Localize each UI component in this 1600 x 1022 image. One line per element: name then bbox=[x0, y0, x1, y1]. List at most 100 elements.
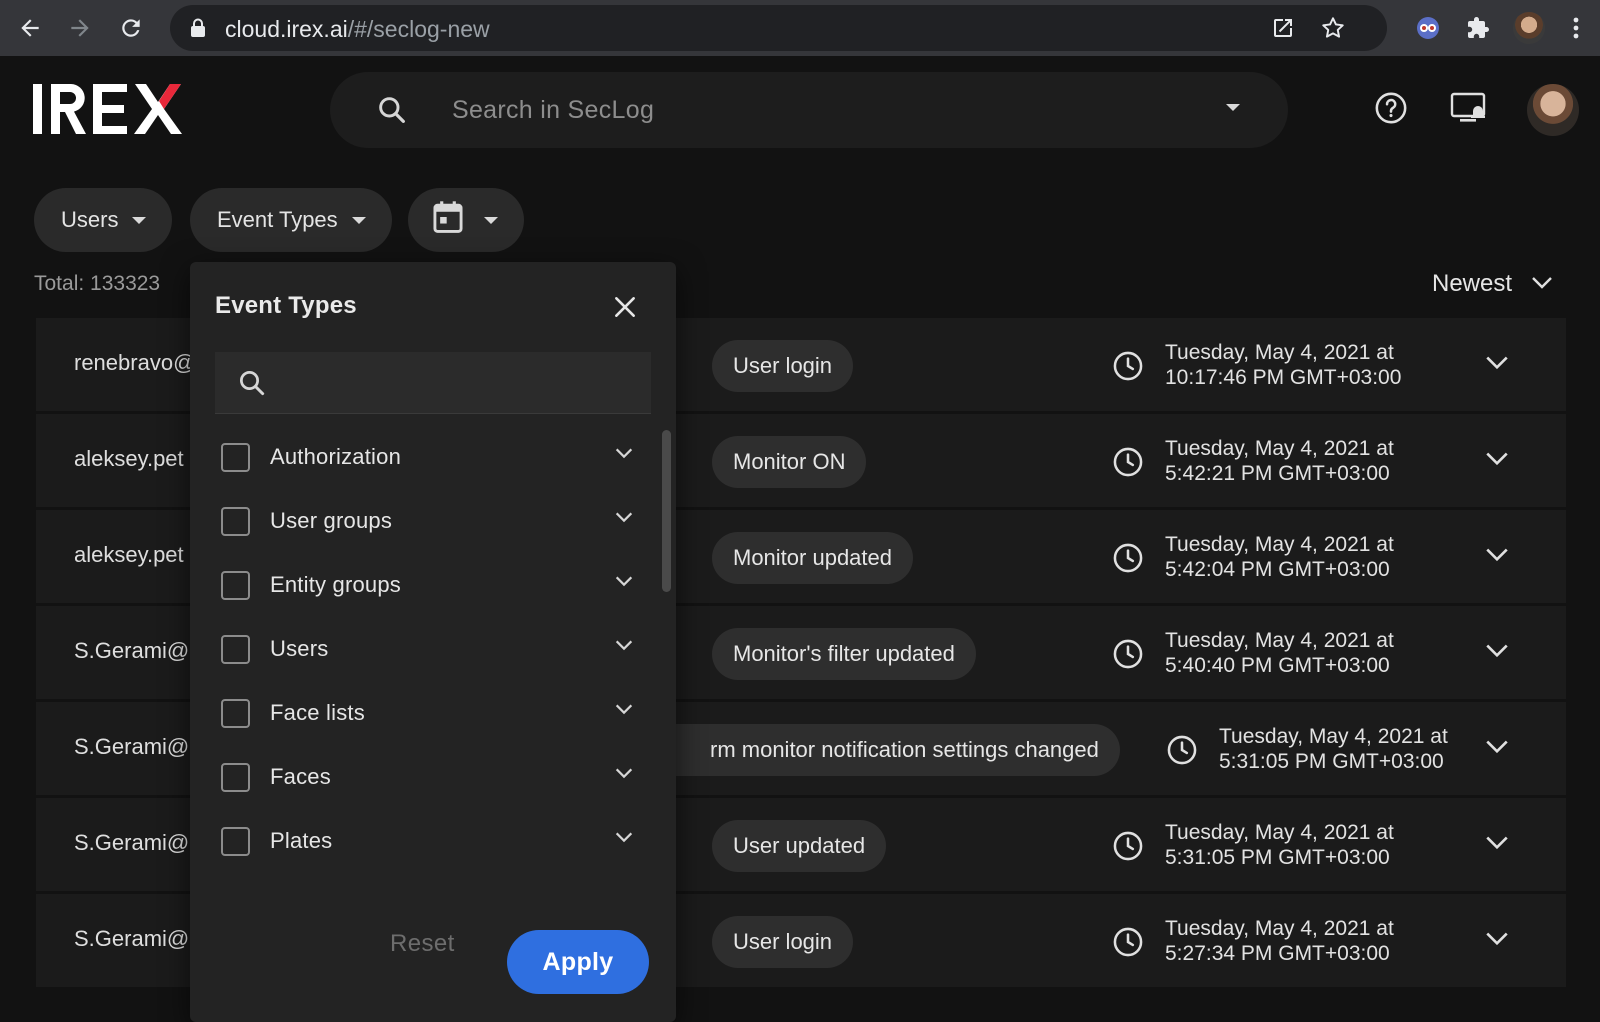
forward-arrow-icon[interactable] bbox=[62, 10, 98, 46]
row-user: S.Gerami@ bbox=[74, 830, 190, 855]
chevron-down-icon[interactable] bbox=[1484, 642, 1510, 665]
url-path: /#/seclog-new bbox=[347, 16, 490, 42]
row-user: S.Gerami@ bbox=[74, 926, 190, 951]
apply-button[interactable]: Apply bbox=[507, 930, 649, 994]
event-types-search bbox=[215, 352, 651, 414]
option-label: Entity groups bbox=[270, 572, 402, 597]
caret-down-icon bbox=[484, 216, 498, 224]
help-icon[interactable] bbox=[1371, 88, 1411, 128]
reset-button[interactable]: Reset bbox=[390, 930, 455, 958]
seclog-search-bar[interactable]: Search in SecLog bbox=[330, 72, 1288, 148]
extension-icon[interactable] bbox=[1412, 12, 1444, 44]
option-label: Users bbox=[270, 636, 329, 661]
close-icon[interactable] bbox=[610, 292, 640, 322]
total-count: Total: 133323 bbox=[34, 272, 161, 295]
event-types-filter-label: Event Types bbox=[217, 207, 338, 232]
panel-title: Event Types bbox=[215, 292, 357, 319]
clock-icon bbox=[1112, 350, 1144, 387]
chevron-down-icon[interactable] bbox=[613, 829, 635, 850]
chevron-down-icon[interactable] bbox=[1484, 834, 1510, 857]
date-filter-chip[interactable] bbox=[408, 188, 524, 252]
option-label: Authorization bbox=[270, 444, 402, 469]
clock-icon bbox=[1166, 734, 1198, 771]
puzzle-icon[interactable] bbox=[1462, 12, 1494, 44]
open-in-new-icon[interactable] bbox=[1270, 15, 1296, 41]
event-type-option[interactable]: Face lists bbox=[215, 688, 635, 738]
event-types-search-input[interactable] bbox=[285, 362, 625, 404]
event-type-option[interactable]: Users bbox=[215, 624, 635, 674]
checkbox[interactable] bbox=[221, 826, 250, 856]
chevron-down-icon[interactable] bbox=[613, 637, 635, 658]
timestamp-line2: 10:17:46 PM GMT+03:00 bbox=[1165, 366, 1402, 389]
url-host: cloud.irex.ai bbox=[225, 16, 348, 42]
address-bar[interactable]: cloud.irex.ai/#/seclog-new bbox=[170, 5, 1387, 51]
event-type-option[interactable]: Plates bbox=[215, 816, 635, 866]
chevron-down-icon[interactable] bbox=[613, 765, 635, 786]
timestamp-line2: 5:31:05 PM GMT+03:00 bbox=[1165, 846, 1390, 869]
irex-logo[interactable] bbox=[33, 82, 199, 136]
checkbox[interactable] bbox=[221, 570, 250, 600]
event-chip: Monitor ON bbox=[712, 436, 867, 488]
row-timestamp: Tuesday, May 4, 2021 at 5:42:21 PM GMT+03… bbox=[1165, 436, 1394, 486]
monitor-alert-icon[interactable] bbox=[1449, 88, 1489, 128]
event-types-filter-chip[interactable]: Event Types bbox=[190, 188, 392, 252]
browser-toolbar: cloud.irex.ai/#/seclog-new bbox=[0, 0, 1600, 56]
event-chip: User login bbox=[712, 916, 854, 968]
back-arrow-icon[interactable] bbox=[12, 10, 48, 46]
timestamp-line2: 5:42:21 PM GMT+03:00 bbox=[1165, 462, 1390, 485]
row-user: renebravo@ bbox=[74, 350, 196, 375]
star-icon[interactable] bbox=[1320, 15, 1346, 41]
search-placeholder: Search in SecLog bbox=[452, 96, 655, 124]
event-chip: User updated bbox=[712, 820, 887, 872]
menu-kebab-icon[interactable] bbox=[1566, 12, 1586, 44]
chevron-down-icon[interactable] bbox=[613, 701, 635, 722]
row-timestamp: Tuesday, May 4, 2021 at 10:17:46 PM GMT+0… bbox=[1165, 340, 1401, 390]
reload-icon[interactable] bbox=[113, 10, 149, 46]
row-timestamp: Tuesday, May 4, 2021 at 5:31:05 PM GMT+03… bbox=[1165, 820, 1394, 870]
event-types-panel: Event Types Authorization User groups En… bbox=[190, 262, 676, 1022]
timestamp-line2: 5:42:04 PM GMT+03:00 bbox=[1165, 558, 1390, 581]
event-type-option[interactable]: Entity groups bbox=[215, 560, 635, 610]
option-label: User groups bbox=[270, 508, 393, 533]
row-timestamp: Tuesday, May 4, 2021 at 5:31:05 PM GMT+03… bbox=[1219, 724, 1448, 774]
checkbox[interactable] bbox=[221, 762, 250, 792]
event-type-option[interactable]: Faces bbox=[215, 752, 635, 802]
chevron-down-icon[interactable] bbox=[613, 573, 635, 594]
chevron-down-icon[interactable] bbox=[1484, 546, 1510, 569]
checkbox[interactable] bbox=[221, 506, 250, 536]
checkbox[interactable] bbox=[221, 634, 250, 664]
search-icon bbox=[376, 94, 408, 131]
user-avatar[interactable] bbox=[1527, 84, 1579, 136]
timestamp-line2: 5:31:05 PM GMT+03:00 bbox=[1219, 750, 1444, 773]
checkbox[interactable] bbox=[221, 698, 250, 728]
option-label: Faces bbox=[270, 764, 331, 789]
search-options-caret-icon[interactable] bbox=[1226, 104, 1240, 111]
checkbox[interactable] bbox=[221, 442, 250, 472]
row-timestamp: Tuesday, May 4, 2021 at 5:27:34 PM GMT+03… bbox=[1165, 916, 1394, 966]
options-scrollbar[interactable] bbox=[662, 430, 671, 592]
users-filter-chip[interactable]: Users bbox=[34, 188, 173, 252]
profile-avatar[interactable] bbox=[1513, 12, 1545, 44]
timestamp-line1: Tuesday, May 4, 2021 at bbox=[1165, 917, 1394, 940]
clock-icon bbox=[1112, 638, 1144, 675]
event-type-option[interactable]: User groups bbox=[215, 496, 635, 546]
timestamp-line1: Tuesday, May 4, 2021 at bbox=[1165, 533, 1394, 556]
timestamp-line2: 5:27:34 PM GMT+03:00 bbox=[1165, 942, 1390, 965]
lock-icon bbox=[190, 18, 206, 43]
timestamp-line1: Tuesday, May 4, 2021 at bbox=[1219, 725, 1448, 748]
search-icon bbox=[237, 368, 267, 403]
chevron-down-icon[interactable] bbox=[1484, 738, 1510, 761]
event-type-option[interactable]: Authorization bbox=[215, 432, 635, 482]
clock-icon bbox=[1112, 830, 1144, 867]
chevron-down-icon[interactable] bbox=[1484, 930, 1510, 953]
chevron-down-icon[interactable] bbox=[613, 509, 635, 530]
chevron-down-icon[interactable] bbox=[613, 445, 635, 466]
row-user: S.Gerami@ bbox=[74, 734, 190, 759]
chevron-down-icon[interactable] bbox=[1484, 450, 1510, 473]
event-chip: Monitor's filter updated bbox=[712, 628, 976, 680]
chevron-down-icon[interactable] bbox=[1484, 354, 1510, 377]
sort-dropdown[interactable]: Newest bbox=[1432, 270, 1554, 298]
option-label: Face lists bbox=[270, 700, 365, 725]
chevron-down-icon bbox=[1530, 270, 1554, 298]
timestamp-line1: Tuesday, May 4, 2021 at bbox=[1165, 437, 1394, 460]
